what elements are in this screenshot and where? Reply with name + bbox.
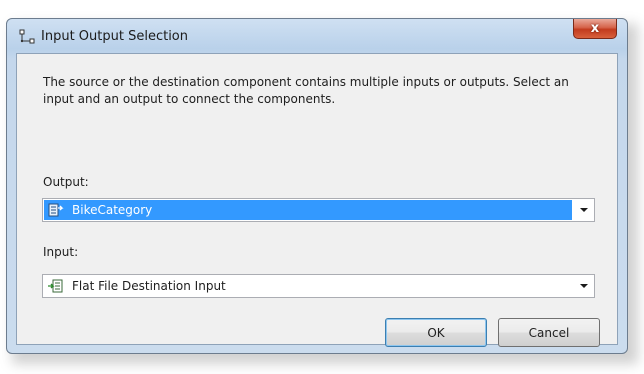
title-bar[interactable]: Input Output Selection x	[7, 19, 627, 53]
output-dropdown-button[interactable]	[574, 199, 594, 221]
cancel-button[interactable]: Cancel	[498, 318, 600, 347]
input-selected-value[interactable]: Flat File Destination Input	[44, 276, 572, 296]
chevron-down-icon	[580, 284, 588, 288]
output-selected-value[interactable]: BikeCategory	[44, 200, 572, 220]
input-label: Input:	[43, 245, 79, 259]
close-button[interactable]: x	[573, 19, 617, 39]
output-combobox[interactable]: BikeCategory	[42, 198, 595, 222]
dialog-window: Input Output Selection x The source or t…	[6, 18, 628, 354]
input-value-text: Flat File Destination Input	[72, 279, 226, 293]
window-title: Input Output Selection	[41, 29, 188, 44]
ok-button[interactable]: OK	[385, 318, 487, 347]
output-label: Output:	[43, 175, 89, 189]
instruction-text: The source or the destination component …	[43, 75, 569, 106]
input-combobox[interactable]: Flat File Destination Input	[42, 274, 595, 298]
connection-icon	[19, 29, 35, 45]
output-component-icon	[48, 203, 64, 217]
dialog-body: The source or the destination component …	[16, 53, 618, 347]
close-icon: x	[590, 21, 600, 36]
input-component-icon	[48, 279, 64, 293]
input-dropdown-button[interactable]	[574, 275, 594, 297]
output-value-text: BikeCategory	[72, 203, 153, 217]
chevron-down-icon	[580, 208, 588, 212]
